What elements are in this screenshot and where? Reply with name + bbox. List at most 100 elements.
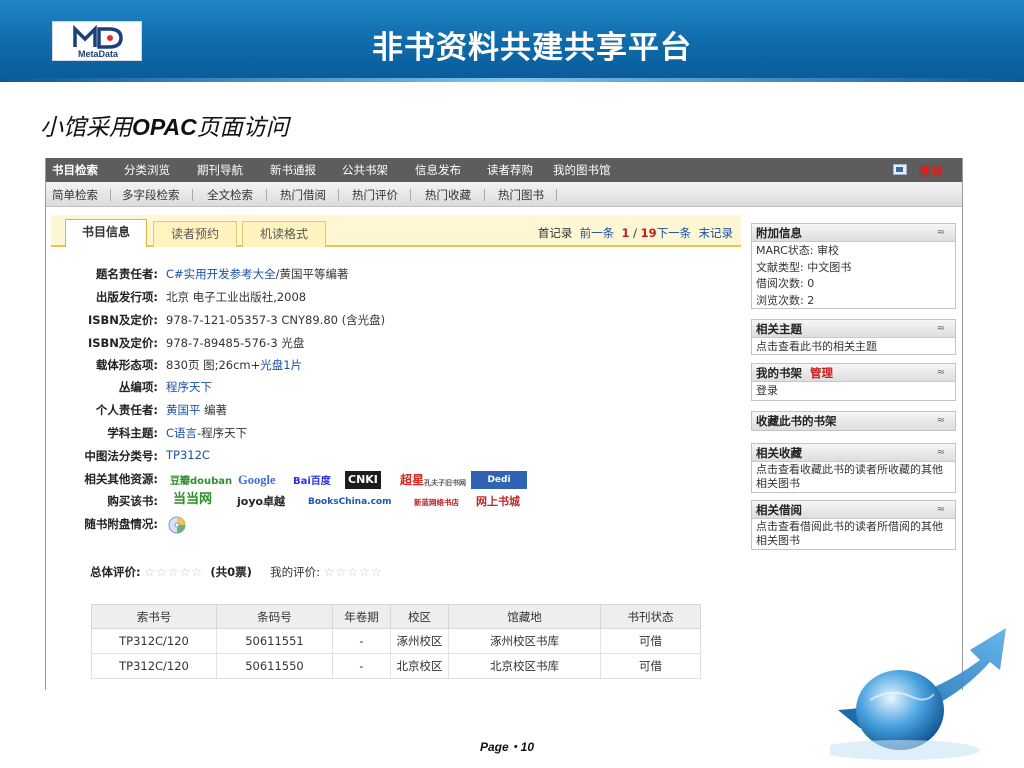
related-fav-link[interactable]: 点击查看收藏此书的读者所收藏的其他相关图书 bbox=[752, 462, 955, 493]
tab-marc-format[interactable]: 机读格式 bbox=[242, 221, 326, 247]
field-value: C#实用开发参考大全/黄国平等编著 bbox=[166, 266, 349, 282]
nav-item-public-shelf[interactable]: 公共书架 bbox=[342, 162, 388, 178]
doc-type: 文献类型: 中文图书 bbox=[756, 260, 852, 274]
subnav-hot-rating[interactable]: 热门评价 bbox=[352, 187, 398, 203]
related-subject-link[interactable]: 点击查看此书的相关主题 bbox=[752, 338, 955, 358]
pager-last[interactable]: 末记录 bbox=[699, 226, 734, 240]
my-shelf-box: 我的书架 管理 ≈ 登录 bbox=[751, 363, 956, 401]
related-borrow-box: 相关借阅 ≈ 点击查看借阅此书的读者所借阅的其他相关图书 bbox=[751, 500, 956, 550]
collapse-icon[interactable]: ≈ bbox=[937, 412, 945, 430]
pager-next[interactable]: 下一条 bbox=[657, 226, 692, 240]
box-body: MARC状态: 审校 文献类型: 中文图书 借阅次数: 0 浏览次数: 2 bbox=[752, 242, 955, 311]
cell-campus: 北京校区 bbox=[390, 653, 449, 679]
nav-item-my-library[interactable]: 我的图书馆 bbox=[553, 162, 611, 178]
col-status: 书刊状态 bbox=[600, 604, 701, 629]
pager-prev[interactable]: 前一条 bbox=[580, 226, 615, 240]
my-rating-stars[interactable]: ☆☆☆☆☆ bbox=[324, 565, 383, 579]
cell-barcode: 50611550 bbox=[216, 653, 333, 679]
box-header: 相关主题 ≈ bbox=[752, 320, 955, 338]
subnav-multi-field[interactable]: 多字段检索 bbox=[122, 187, 180, 203]
dangdang-logo[interactable]: 当当网 bbox=[173, 491, 212, 509]
collapse-icon[interactable]: ≈ bbox=[937, 364, 945, 382]
joyo-logo[interactable]: joyo卓越 bbox=[237, 493, 285, 511]
collapse-icon[interactable]: ≈ bbox=[937, 320, 945, 338]
subtitle-post: 页面访问 bbox=[196, 115, 289, 141]
slide: MetaData 非书资料共建共享平台 小馆采用OPAC页面访问 书目检索 分类… bbox=[0, 0, 1024, 768]
field-value: 黄国平 编著 bbox=[166, 402, 227, 418]
shelf-login-link[interactable]: 登录 bbox=[752, 382, 955, 402]
record-tabs: 书目信息 读者预约 机读格式 首记录 前一条 1 / 19下一条 末记录 bbox=[51, 215, 741, 247]
language-flag-icon[interactable] bbox=[893, 164, 907, 175]
nav-item-journals[interactable]: 期刊导航 bbox=[197, 162, 243, 178]
subnav-hot-borrow[interactable]: 热门借阅 bbox=[280, 187, 326, 203]
subject-link[interactable]: C语言 bbox=[166, 426, 197, 440]
subnav-separator bbox=[110, 189, 111, 201]
box-title: 收藏此书的书架 bbox=[756, 414, 837, 428]
subnav-separator bbox=[338, 189, 339, 201]
field-label: ISBN及定价: bbox=[87, 336, 158, 350]
disc-icon[interactable] bbox=[168, 516, 186, 534]
box-header: 附加信息 ≈ bbox=[752, 224, 955, 242]
field-label: 出版发行项: bbox=[95, 290, 158, 304]
douban-logo[interactable]: 豆瓣douban bbox=[170, 473, 232, 491]
borrow-count: 借阅次数: 0 bbox=[756, 277, 815, 290]
dedi-logo[interactable]: Dedi bbox=[471, 471, 527, 489]
tab-reservation[interactable]: 读者预约 bbox=[153, 221, 237, 247]
wangshang-logo[interactable]: 网上书城 bbox=[476, 493, 520, 511]
subnav-hot-favorites[interactable]: 热门收藏 bbox=[425, 187, 471, 203]
series-link[interactable]: 程序天下 bbox=[166, 380, 212, 394]
field-label: 个人责任者: bbox=[95, 403, 158, 417]
title-link[interactable]: C#实用开发参考大全 bbox=[166, 267, 276, 281]
google-logo[interactable]: Google bbox=[238, 471, 276, 489]
field-value: 978-7-89485-576-3 光盘 bbox=[166, 336, 305, 350]
field-label: 随书附盘情况: bbox=[84, 517, 158, 531]
tab-bib-info[interactable]: 书目信息 bbox=[65, 219, 147, 247]
field-value: 程序天下 bbox=[166, 379, 212, 395]
table-row: TP312C/120 50611551 - 涿州校区 涿州校区书库 可借 bbox=[91, 628, 701, 654]
nav-item-new-books[interactable]: 新书通报 bbox=[270, 162, 316, 178]
login-link[interactable]: 登录 bbox=[919, 162, 943, 179]
baidu-logo[interactable]: Bai百度 bbox=[293, 473, 331, 491]
pager-first[interactable]: 首记录 bbox=[538, 226, 573, 240]
field-label: 题名责任者: bbox=[95, 267, 158, 281]
subnav-fulltext[interactable]: 全文检索 bbox=[207, 187, 253, 203]
manage-link[interactable]: 管理 bbox=[810, 366, 833, 380]
subtitle-pre: 小馆采用 bbox=[40, 115, 132, 141]
field-label: 中图法分类号: bbox=[84, 449, 158, 463]
pager-current: 1 bbox=[621, 226, 630, 240]
globe-arrow-decoration bbox=[830, 628, 1006, 760]
cell-status: 可借 bbox=[600, 653, 701, 679]
nav-item-search[interactable]: 书目检索 bbox=[52, 162, 98, 178]
subnav-separator bbox=[266, 189, 267, 201]
my-rating-label: 我的评价: bbox=[270, 565, 321, 579]
col-location: 馆藏地 bbox=[448, 604, 601, 629]
box-title: 相关借阅 bbox=[756, 503, 802, 517]
collapse-icon[interactable]: ≈ bbox=[937, 224, 945, 242]
carrier-link[interactable]: 光盘1片 bbox=[260, 358, 302, 372]
bookschina-logo[interactable]: BooksChina.com bbox=[308, 493, 391, 511]
collapse-icon[interactable]: ≈ bbox=[937, 501, 945, 519]
col-campus: 校区 bbox=[390, 604, 449, 629]
total-rating-label: 总体评价: bbox=[90, 565, 141, 579]
header-divider bbox=[0, 78, 1024, 82]
related-borrow-link[interactable]: 点击查看借阅此书的读者所借阅的其他相关图书 bbox=[752, 519, 955, 550]
box-title: 相关收藏 bbox=[756, 446, 802, 460]
nav-item-browse[interactable]: 分类浏览 bbox=[124, 162, 170, 178]
clc-link[interactable]: TP312C bbox=[166, 448, 210, 462]
subnav-simple-search[interactable]: 简单检索 bbox=[52, 187, 98, 203]
kongfz-logo[interactable]: 孔夫子旧书网 bbox=[424, 474, 466, 492]
pager-separator: / bbox=[633, 226, 638, 240]
box-title: 相关主题 bbox=[756, 322, 802, 336]
chaoxing-logo[interactable]: 超星 bbox=[400, 471, 424, 489]
field-value: 830页 图;26cm+光盘1片 bbox=[166, 357, 302, 373]
person-rest: 编著 bbox=[200, 403, 228, 417]
cnki-logo[interactable]: CNKI bbox=[345, 471, 381, 489]
subnav-hot-books[interactable]: 热门图书 bbox=[498, 187, 544, 203]
field-value: 北京 电子工业出版社,2008 bbox=[166, 290, 307, 304]
collapse-icon[interactable]: ≈ bbox=[937, 444, 945, 462]
subtitle-bold: OPAC bbox=[132, 114, 197, 140]
xinlan-logo[interactable]: 新蓝网络书店 bbox=[414, 494, 459, 512]
person-link[interactable]: 黄国平 bbox=[166, 403, 201, 417]
nav-item-recommend[interactable]: 读者荐购 bbox=[487, 162, 533, 178]
nav-item-news[interactable]: 信息发布 bbox=[415, 162, 461, 178]
